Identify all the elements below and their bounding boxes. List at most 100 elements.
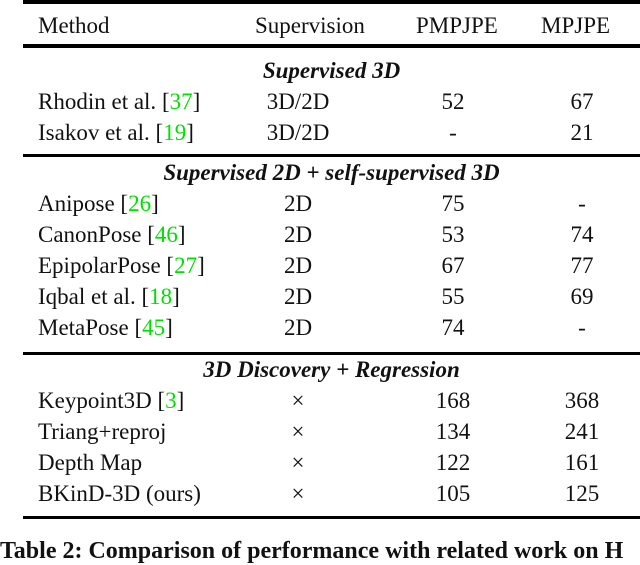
method-name: BKinD-3D (ours) — [38, 481, 201, 506]
citation-link[interactable]: 26 — [128, 191, 151, 216]
bracket: ] — [176, 388, 185, 413]
header-rule — [23, 44, 640, 48]
mpjpe-cell: 368 — [564, 388, 600, 413]
section-title: 3D Discovery + Regression — [203, 357, 460, 382]
method-cell: Isakov et al. [19] — [38, 117, 194, 148]
header-supervision: Supervision — [255, 13, 365, 38]
header-method: Method — [38, 13, 110, 38]
header-row: Method Supervision PMPJPE MPJPE — [23, 10, 640, 41]
citation-link[interactable]: 19 — [163, 120, 186, 145]
method-cell: Iqbal et al. [18] — [38, 281, 180, 312]
bracket: [ — [120, 191, 129, 216]
bracket: [ — [134, 315, 143, 340]
bracket: ] — [186, 120, 194, 145]
bracket: ] — [172, 284, 180, 309]
pmpjpe-cell: - — [449, 120, 457, 145]
pmpjpe-cell: 53 — [441, 222, 465, 247]
header-mpjpe: MPJPE — [541, 13, 611, 38]
method-cell: CanonPose [46] — [38, 219, 186, 250]
method-name: Isakov et al. — [38, 120, 156, 145]
mpjpe-cell: - — [578, 315, 586, 340]
citation-link[interactable]: 3 — [165, 388, 177, 413]
table-row: Triang+reproj × 134 241 — [23, 416, 640, 447]
section-title: Supervised 3D — [262, 58, 401, 83]
bottom-rule — [23, 516, 640, 519]
supervision-cell: 2D — [283, 191, 313, 216]
bracket: [ — [157, 388, 166, 413]
table-row: Anipose [26] 2D 75 - — [23, 188, 640, 219]
section-title: Supervised 2D + self-supervised 3D — [163, 160, 500, 185]
method-name: Anipose — [38, 191, 121, 216]
mpjpe-cell: 69 — [570, 284, 594, 309]
method-name: Iqbal et al. — [38, 284, 142, 309]
method-cell: Rhodin et al. [37] — [38, 86, 200, 117]
method-name: Keypoint3D — [38, 388, 158, 413]
pmpjpe-cell: 75 — [441, 191, 465, 216]
pmpjpe-cell: 55 — [441, 284, 465, 309]
bracket: [ — [161, 89, 170, 114]
mpjpe-cell: 77 — [570, 253, 594, 278]
supervision-cell: 3D/2D — [266, 89, 330, 114]
table-row: Iqbal et al. [18] 2D 55 69 — [23, 281, 640, 312]
method-name: Triang+reproj — [38, 419, 167, 444]
supervision-cell: 2D — [283, 315, 313, 340]
citation-link[interactable]: 46 — [155, 222, 178, 247]
method-cell: Anipose [26] — [38, 188, 159, 219]
table-row: MetaPose [45] 2D 74 - — [23, 312, 640, 343]
bracket: [ — [147, 222, 155, 247]
mpjpe-cell: 74 — [570, 222, 594, 247]
pmpjpe-cell: 52 — [441, 89, 465, 114]
method-cell: Keypoint3D [3] — [38, 385, 184, 416]
mpjpe-cell: 67 — [570, 89, 594, 114]
supervision-cell: × — [291, 481, 305, 506]
table-caption: Table 2: Comparison of performance with … — [0, 538, 624, 564]
pmpjpe-cell: 67 — [441, 253, 465, 278]
method-name: CanonPose — [38, 222, 148, 247]
method-cell: Depth Map — [38, 447, 142, 478]
pmpjpe-cell: 168 — [435, 388, 471, 413]
header-pmpjpe: PMPJPE — [416, 13, 498, 38]
citation-link[interactable]: 27 — [174, 253, 197, 278]
bracket: [ — [141, 284, 150, 309]
supervision-cell: 2D — [283, 222, 313, 247]
citation-link[interactable]: 37 — [170, 89, 193, 114]
pmpjpe-cell: 134 — [435, 419, 471, 444]
table-row: Depth Map × 122 161 — [23, 447, 640, 478]
supervision-cell: × — [291, 450, 305, 475]
supervision-cell: 3D/2D — [266, 120, 330, 145]
pmpjpe-cell: 122 — [435, 450, 471, 475]
table-row: EpipolarPose [27] 2D 67 77 — [23, 250, 640, 281]
mpjpe-cell: 21 — [570, 120, 594, 145]
method-name: MetaPose — [38, 315, 135, 340]
method-name: EpipolarPose — [38, 253, 167, 278]
method-cell: Triang+reproj — [38, 416, 166, 447]
mpjpe-cell: 161 — [564, 450, 600, 475]
bracket: ] — [177, 222, 186, 247]
mpjpe-cell: 125 — [564, 481, 600, 506]
table-row: Keypoint3D [3] × 168 368 — [23, 385, 640, 416]
table-row: CanonPose [46] 2D 53 74 — [23, 219, 640, 250]
bracket: ] — [165, 315, 173, 340]
method-name: Rhodin et al. — [38, 89, 162, 114]
method-cell: BKinD-3D (ours) — [38, 478, 201, 509]
bracket: ] — [197, 253, 205, 278]
supervision-cell: × — [291, 419, 305, 444]
pmpjpe-cell: 105 — [435, 481, 471, 506]
table-row: Rhodin et al. [37] 3D/2D 52 67 — [23, 86, 640, 117]
citation-link[interactable]: 45 — [142, 315, 165, 340]
top-rule — [23, 0, 640, 4]
pmpjpe-cell: 74 — [441, 315, 465, 340]
supervision-cell: 2D — [283, 284, 313, 309]
method-cell: EpipolarPose [27] — [38, 250, 205, 281]
bracket: ] — [192, 89, 201, 114]
supervision-cell: 2D — [283, 253, 313, 278]
bracket: ] — [151, 191, 159, 216]
bracket: [ — [166, 253, 175, 278]
supervision-cell: × — [291, 388, 305, 413]
mpjpe-cell: - — [578, 191, 586, 216]
method-cell: MetaPose [45] — [38, 312, 173, 343]
table-row: BKinD-3D (ours) × 105 125 — [23, 478, 640, 509]
citation-link[interactable]: 18 — [149, 284, 172, 309]
method-name: Depth Map — [38, 450, 143, 475]
mpjpe-cell: 241 — [564, 419, 600, 444]
